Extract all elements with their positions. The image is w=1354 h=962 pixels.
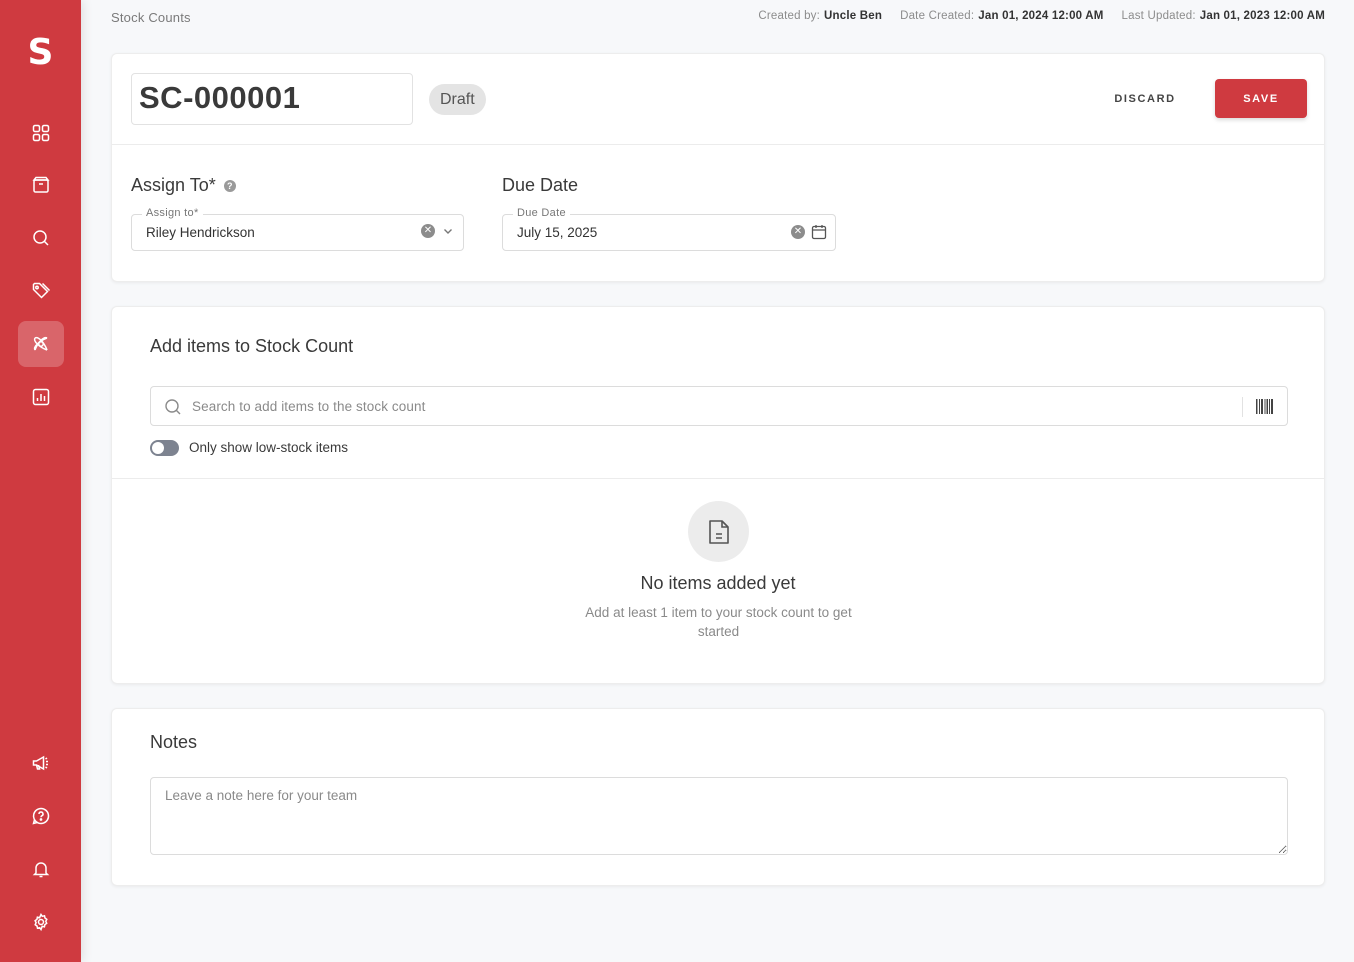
toggle-knob: [152, 442, 164, 454]
nav-notifications[interactable]: [18, 846, 64, 892]
due-section-text: Due Date: [502, 175, 579, 195]
add-items-title: Add items to Stock Count: [150, 336, 354, 356]
reports-chart-icon: [32, 388, 50, 406]
date-created: Date Created: Jan 01, 2024 12:00 AM: [900, 10, 1103, 22]
created-by: Created by: Uncle Ben: [758, 10, 882, 22]
due-date-section-label: Due Date: [502, 175, 578, 196]
help-icon[interactable]: ?: [223, 179, 236, 192]
bell-icon: [32, 862, 50, 878]
help-icon: [32, 807, 50, 825]
low-stock-toggle[interactable]: [150, 440, 179, 456]
gear-icon: [34, 912, 48, 932]
app-logo[interactable]: S: [0, 30, 81, 76]
inventory-box-icon: [32, 176, 50, 193]
date-created-value: Jan 01, 2024 12:00 AM: [978, 10, 1104, 22]
assign-to-select[interactable]: Assign to* Riley Hendrickson ✕: [131, 207, 464, 251]
search-icon: [33, 230, 49, 246]
notes-textarea[interactable]: [150, 777, 1288, 855]
nav-stock-counts[interactable]: [18, 321, 64, 367]
stock-count-icon: [33, 336, 48, 351]
chevron-down-icon[interactable]: [441, 224, 455, 238]
tags-icon: [32, 282, 51, 299]
nav-help[interactable]: [18, 793, 64, 839]
dashboard-icon: [32, 124, 50, 142]
due-date-field[interactable]: Due Date July 15, 2025 ✕: [502, 207, 836, 251]
empty-state-title: No items added yet: [640, 573, 796, 593]
last-updated: Last Updated: Jan 01, 2023 12:00 AM: [1122, 10, 1325, 22]
last-updated-label: Last Updated:: [1121, 10, 1196, 22]
nav-reports[interactable]: [18, 374, 64, 420]
assign-to-value: Riley Hendrickson: [146, 225, 255, 240]
nav-dashboard[interactable]: [18, 110, 64, 156]
nav-tags[interactable]: [18, 268, 64, 314]
created-by-value: Uncle Ben: [824, 10, 883, 22]
empty-state-subtitle: Add at least 1 item to your stock count …: [585, 605, 852, 639]
empty-state-illustration: [688, 501, 749, 562]
search-icon: [165, 399, 181, 415]
discard-button[interactable]: DISCARD: [1105, 80, 1185, 118]
nav-inventory[interactable]: [18, 162, 64, 208]
stock-count-id[interactable]: SC-000001: [131, 73, 413, 125]
add-items-card: Add items to Stock Count Search to add i…: [111, 306, 1325, 684]
record-meta: Created by: Uncle Ben Date Created: Jan 01…: [758, 10, 1325, 22]
item-search-input[interactable]: Search to add items to the stock count: [150, 386, 1288, 426]
last-updated-value: Jan 01, 2023 12:00 AM: [1199, 10, 1325, 22]
stock-count-header-card: SC-000001 Draft DISCARD SAVE Assign To* …: [111, 53, 1325, 282]
notes-card: Notes: [111, 708, 1325, 886]
nav-settings[interactable]: [18, 899, 64, 945]
nav-search[interactable]: [18, 215, 64, 261]
megaphone-icon: [32, 755, 48, 771]
search-placeholder: Search to add items to the stock count: [192, 399, 426, 414]
assign-section-text: Assign To*: [131, 175, 216, 195]
divider: [112, 478, 1324, 479]
due-date-value: July 15, 2025: [517, 225, 598, 240]
divider: [112, 144, 1324, 145]
sidebar: S: [0, 0, 81, 962]
breadcrumb[interactable]: Stock Counts: [111, 10, 191, 25]
save-button[interactable]: SAVE: [1215, 79, 1307, 118]
divider: [1242, 397, 1243, 417]
calendar-icon[interactable]: [811, 224, 827, 240]
barcode-icon[interactable]: [1256, 399, 1273, 414]
document-icon: [708, 519, 729, 544]
created-by-label: Created by:: [758, 10, 821, 22]
low-stock-toggle-label: Only show low-stock items: [189, 440, 349, 455]
assign-section-label: Assign To* ?: [131, 175, 236, 196]
notes-title: Notes: [150, 732, 198, 752]
clear-icon[interactable]: ✕: [791, 225, 805, 239]
due-date-label: Due Date: [513, 207, 570, 219]
status-badge: Draft: [429, 84, 486, 115]
date-created-label: Date Created:: [900, 10, 975, 22]
clear-icon[interactable]: ✕: [421, 224, 435, 238]
nav-announcements[interactable]: [18, 740, 64, 786]
assign-to-label: Assign to*: [142, 207, 203, 219]
